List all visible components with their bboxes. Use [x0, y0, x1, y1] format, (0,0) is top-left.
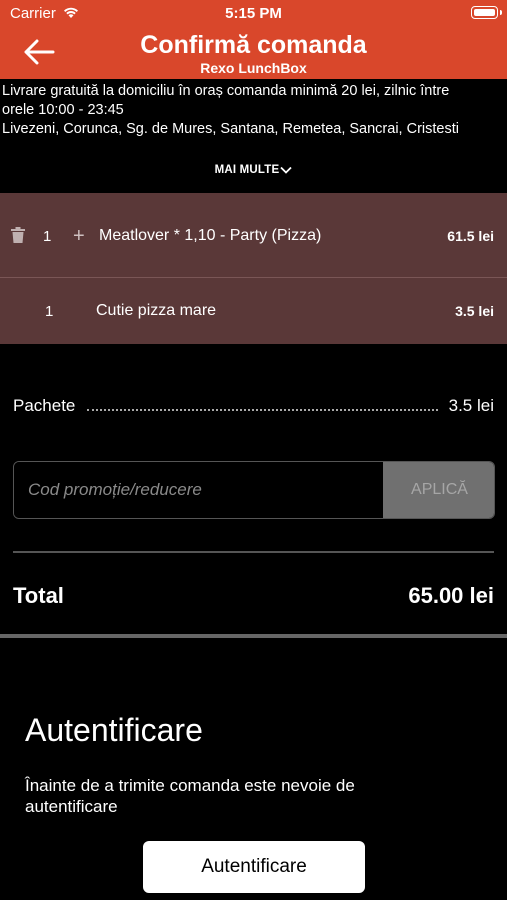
more-label: MAI MULTE	[214, 164, 280, 176]
item-quantity: 1	[45, 303, 54, 320]
total-label: Total	[13, 583, 64, 608]
total-value: 65.00 lei	[408, 583, 494, 608]
chevron-down-icon	[280, 166, 293, 174]
page-title: Confirmă comanda	[140, 31, 367, 59]
trash-icon[interactable]	[11, 227, 25, 248]
item-price: 61.5 lei	[447, 228, 494, 244]
item-name: Meatlover * 1,10 - Party (Pizza)	[99, 227, 322, 244]
battery-icon	[471, 6, 502, 19]
promo-code-box: APLICĂ	[13, 461, 495, 519]
packages-row: Pachete 3.5 lei	[13, 396, 494, 418]
delivery-info-line: orele 10:00 - 23:45	[2, 102, 124, 118]
divider	[0, 634, 507, 638]
item-name: Cutie pizza mare	[96, 302, 217, 319]
packages-value: 3.5 lei	[448, 396, 494, 415]
login-button[interactable]: Autentificare	[143, 841, 365, 893]
divider	[13, 551, 494, 553]
cart-item: 1 + Meatlover * 1,10 - Party (Pizza) 61.…	[0, 193, 507, 278]
promo-code-input[interactable]	[14, 462, 383, 518]
delivery-info: Livrare gratuită la domiciliu în oraș co…	[2, 82, 505, 139]
packages-label: Pachete	[13, 396, 78, 416]
clock-time: 5:15 PM	[225, 5, 282, 22]
restaurant-name: Rexo LunchBox	[200, 60, 307, 76]
more-button[interactable]: MAI MULTE	[0, 164, 507, 176]
auth-description: Înainte de a trimite comanda este nevoie…	[25, 776, 355, 816]
auth-heading: Autentificare	[25, 712, 203, 748]
cart-item: 1 Cutie pizza mare 3.5 lei	[0, 278, 507, 344]
plus-icon[interactable]: +	[73, 226, 85, 246]
apply-promo-button[interactable]: APLICĂ	[383, 462, 494, 518]
delivery-info-line: Livrare gratuită la domiciliu în oraș co…	[2, 83, 450, 99]
leader-dots	[87, 409, 438, 411]
status-bar: Carrier 5:15 PM	[0, 0, 507, 26]
item-quantity: 1	[43, 228, 52, 245]
navigation-bar: Carrier 5:15 PM Confirmă comanda Rexo Lu…	[0, 0, 507, 79]
item-price: 3.5 lei	[455, 303, 494, 319]
delivery-info-line: Livezeni, Corunca, Sg. de Mures, Santana…	[2, 121, 459, 137]
cart-list: 1 + Meatlover * 1,10 - Party (Pizza) 61.…	[0, 193, 507, 344]
